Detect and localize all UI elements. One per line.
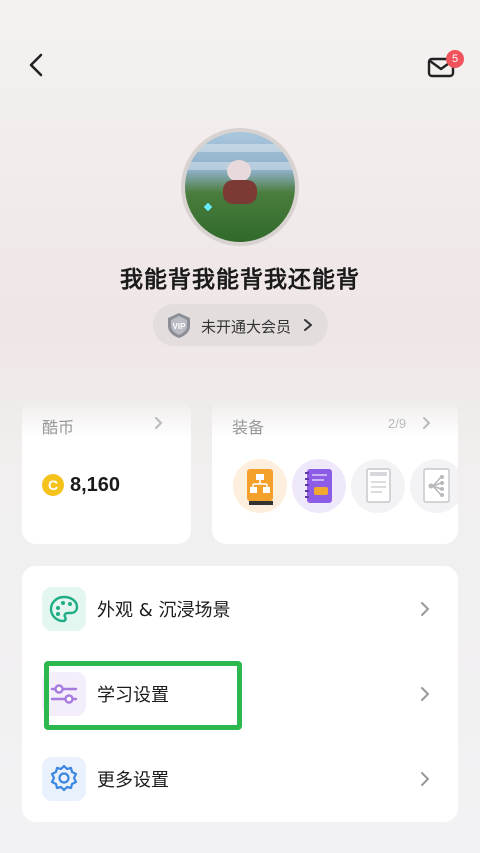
coins-card[interactable]: 酷币 C 8,160 — [22, 400, 191, 544]
gear-icon — [42, 757, 86, 801]
dictionary-icon — [366, 468, 391, 503]
username: 我能背我能背我还能背 — [120, 267, 360, 293]
settings-row-label: 外观 & 沉浸场景 — [97, 600, 231, 621]
svg-text:C: C — [48, 477, 58, 493]
chevron-right-icon — [304, 319, 312, 331]
vip-status-button[interactable]: VIP 未开通大会员 — [153, 304, 328, 346]
flowchart-book-icon — [247, 469, 273, 505]
coin-icon: C — [42, 474, 64, 496]
coin-balance: 8,160 — [70, 474, 121, 496]
equipment-item-mindmap[interactable] — [410, 459, 458, 513]
equipment-title: 装备 — [232, 418, 265, 437]
highlight-box — [44, 661, 242, 730]
chevron-right-icon — [421, 602, 429, 616]
chevron-right-icon — [421, 772, 429, 786]
svg-text:VIP: VIP — [173, 322, 187, 331]
chevron-left-icon — [29, 53, 43, 77]
chevron-right-icon — [155, 417, 163, 429]
settings-row-appearance[interactable]: 外观 & 沉浸场景 — [22, 574, 458, 644]
vip-label: 未开通大会员 — [201, 318, 292, 336]
equipment-item-flowchart[interactable] — [233, 459, 287, 513]
palette-icon — [42, 587, 86, 631]
settings-row-label: 更多设置 — [97, 770, 169, 791]
vip-shield-icon: VIP — [168, 313, 190, 338]
mindmap-icon — [423, 468, 450, 503]
mail-badge: 5 — [446, 50, 464, 68]
equipment-card[interactable]: 装备 2/9 — [212, 400, 458, 544]
back-button[interactable] — [22, 50, 52, 80]
notebook-icon — [305, 469, 332, 503]
equipment-count: 2/9 — [388, 416, 407, 431]
equipment-item-dictionary[interactable] — [351, 459, 405, 513]
coins-title: 酷币 — [42, 418, 75, 437]
avatar[interactable] — [181, 128, 299, 246]
settings-row-more[interactable]: 更多设置 — [22, 744, 458, 814]
chevron-right-icon — [423, 417, 431, 429]
chevron-right-icon — [421, 687, 429, 701]
equipment-item-notebook[interactable] — [292, 459, 346, 513]
